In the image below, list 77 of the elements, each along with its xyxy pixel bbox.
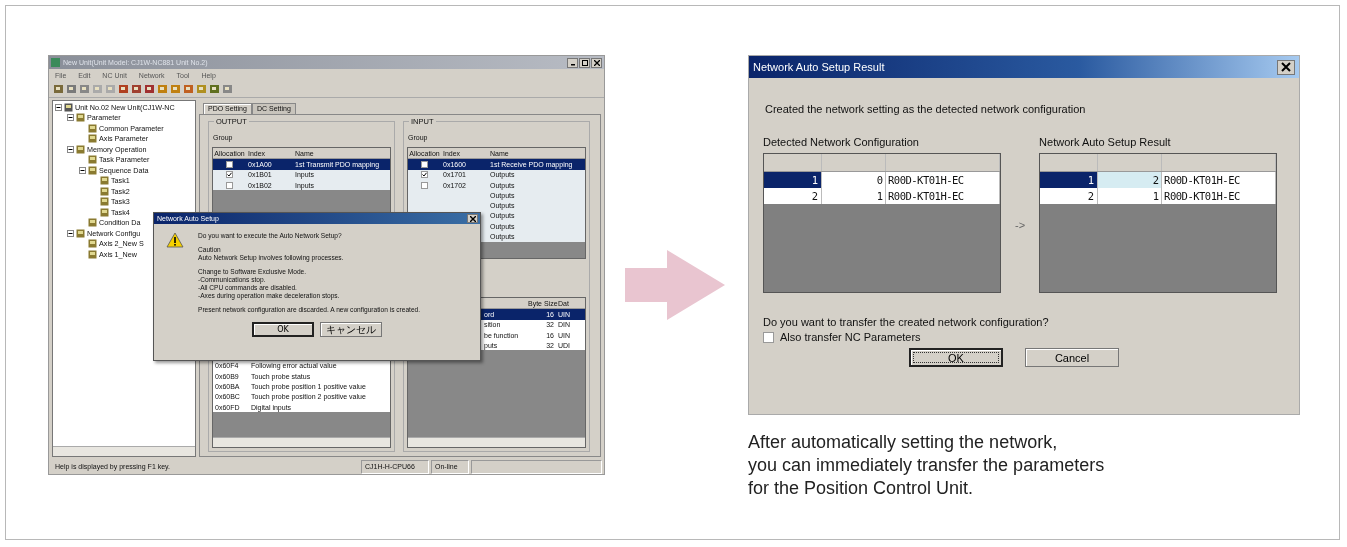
table-row[interactable]: 2 1 R00D-KT01H-EC — [764, 188, 1000, 204]
toolbar-icon[interactable] — [183, 84, 194, 94]
toolbar-icon[interactable] — [157, 84, 168, 94]
table-cell: 2 — [764, 188, 822, 204]
checkbox[interactable] — [421, 181, 428, 189]
checkbox[interactable] — [421, 160, 428, 168]
checkbox[interactable] — [763, 331, 774, 343]
scrollbar[interactable] — [213, 437, 390, 447]
arrow-text: -> — [1015, 218, 1026, 231]
checkbox[interactable] — [226, 160, 233, 168]
tree-node-icon — [88, 165, 97, 175]
close-button[interactable] — [467, 214, 478, 223]
checkbox[interactable] — [421, 171, 428, 179]
table-row[interactable]: 1 0 R00D-KT01H-EC — [764, 172, 1000, 188]
toolbar-icon[interactable] — [209, 84, 220, 94]
table-cell: 1 — [822, 188, 886, 204]
tree-node-icon — [100, 207, 109, 217]
table-title: Network Auto Setup Result — [1039, 136, 1172, 148]
tree-node-icon — [88, 249, 97, 259]
toolbar-icon[interactable] — [79, 84, 90, 94]
table-cell: 1 — [1098, 188, 1163, 204]
tree-node-icon — [100, 176, 109, 186]
tree-node-icon — [88, 239, 97, 249]
tree-node-icon — [64, 102, 73, 112]
table-cell: R00D-KT01H-EC — [886, 188, 1000, 204]
checkbox[interactable] — [226, 171, 233, 179]
tree-node-icon — [100, 186, 109, 196]
toolbar-icon[interactable] — [144, 84, 155, 94]
maximize-icon — [581, 59, 588, 66]
right-arrow-icon — [625, 250, 725, 320]
warning-icon — [166, 232, 184, 248]
checkbox[interactable] — [226, 181, 233, 189]
dialog-title: Network Auto Setup Result — [753, 61, 885, 73]
toolbar-icon[interactable] — [222, 84, 233, 94]
expand-icon[interactable] — [79, 166, 86, 174]
expand-icon[interactable] — [67, 229, 74, 237]
toolbar-icon[interactable] — [170, 84, 181, 94]
scrollbar[interactable] — [408, 437, 585, 447]
table-cell: 1 — [1040, 172, 1099, 188]
tree-node-icon — [88, 123, 97, 133]
caption-text: After automatically setting the network, you can immediately transfer the parameters for the Position Control Unit. — [748, 431, 1106, 500]
expand-icon[interactable] — [67, 114, 74, 122]
tree-node-icon — [76, 228, 85, 238]
table-cell: 1 — [764, 172, 822, 188]
table-row[interactable]: 2 1 R00D-KT01H-EC — [1040, 188, 1277, 204]
tree-node-icon — [76, 113, 85, 123]
cancel-button[interactable]: キャンセル — [320, 322, 382, 337]
table-cell: 2 — [1098, 172, 1163, 188]
close-icon — [593, 59, 600, 66]
tree-node-icon — [88, 155, 97, 165]
cancel-button[interactable]: Cancel — [1025, 348, 1119, 367]
toolbar-icon[interactable] — [53, 84, 64, 94]
tree-node-icon — [100, 197, 109, 207]
scrollbar[interactable] — [53, 446, 195, 456]
toolbar-icon[interactable] — [66, 84, 77, 94]
ok-button[interactable]: OK — [252, 322, 314, 337]
question-text: Do you want to transfer the created network configuration? — [763, 316, 1050, 328]
tree-node-icon — [76, 144, 85, 154]
maximize-button[interactable] — [579, 57, 590, 68]
toolbar-icon[interactable] — [196, 84, 207, 94]
table-cell: 2 — [1040, 188, 1099, 204]
app-icon — [51, 58, 60, 67]
tree-node-icon — [88, 218, 97, 228]
expand-icon[interactable] — [55, 103, 62, 111]
table-cell: R00D-KT01H-EC — [1162, 188, 1277, 204]
table-row[interactable]: 1 2 R00D-KT01H-EC — [1040, 172, 1277, 188]
expand-icon[interactable] — [67, 145, 74, 153]
toolbar-icon[interactable] — [118, 84, 129, 94]
ok-button[interactable]: OK — [909, 348, 1003, 367]
checkbox-label[interactable]: Also transfer NC Parameters — [780, 331, 921, 343]
dialog-message: Created the network setting as the detected network configuration — [765, 103, 1087, 115]
tree-node-icon — [88, 134, 97, 144]
close-button[interactable] — [1277, 59, 1295, 75]
toolbar-icon[interactable] — [131, 84, 142, 94]
table-title: Detected Network Configuration — [763, 136, 920, 148]
close-button[interactable] — [591, 57, 602, 68]
minimize-button[interactable] — [567, 57, 578, 68]
